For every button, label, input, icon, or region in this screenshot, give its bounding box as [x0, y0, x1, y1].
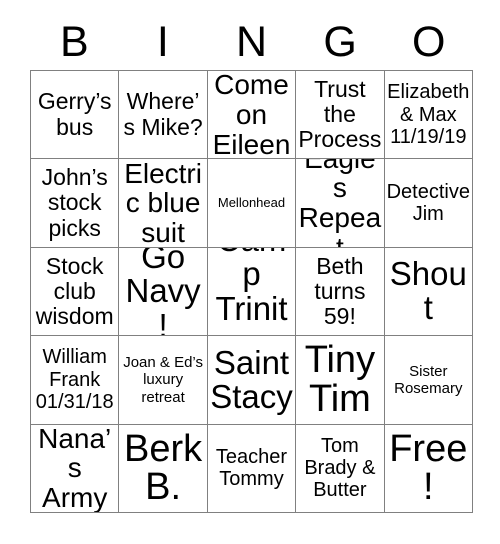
bingo-cell-label: John’s stock picks: [41, 164, 108, 241]
bingo-cell[interactable]: Saint Stacy: [207, 336, 297, 425]
bingo-cell-label: Trust the Process: [298, 75, 382, 153]
bingo-cell-free-label: Free!: [389, 427, 468, 509]
bingo-cell[interactable]: Camp Trinity: [207, 247, 297, 337]
bingo-cell[interactable]: Stock club wisdom: [31, 247, 120, 337]
bingo-cell[interactable]: William Frank 01/31/18: [31, 336, 120, 425]
bingo-cell-label: Mellonhead: [217, 195, 286, 211]
bingo-cell[interactable]: Go Navy!: [119, 247, 208, 337]
bingo-cell[interactable]: Detective Jim: [384, 159, 473, 248]
bingo-cell-label: Gerry’s bus: [37, 88, 112, 140]
bingo-cell-label: Eagles Repeat: [298, 159, 382, 248]
bingo-header-letter-o: O: [411, 17, 446, 66]
bingo-cell[interactable]: Eagles Repeat: [296, 159, 385, 248]
bingo-cell-label: Saint Stacy: [210, 343, 293, 415]
bingo-cell[interactable]: Gerry’s bus: [31, 71, 120, 160]
bingo-header-letter-b: B: [59, 17, 89, 66]
bingo-cell-label: Sister Rosemary: [394, 362, 463, 397]
bingo-cell-label: Berk B.: [124, 427, 203, 509]
bingo-header-letter-n: N: [235, 17, 268, 66]
bingo-cell[interactable]: Mellonhead: [207, 159, 297, 248]
bingo-cell[interactable]: Beth turns 59!: [296, 247, 385, 337]
bingo-cell[interactable]: Teacher Tommy: [207, 424, 297, 513]
bingo-cell[interactable]: Berk B.: [119, 424, 208, 513]
bingo-cell-label: Beth turns 59!: [314, 252, 366, 330]
bingo-cell[interactable]: Tiny Tim: [296, 336, 385, 425]
bingo-cell-label: Nana’s Army: [38, 424, 112, 513]
bingo-grid: Gerry’s bus Where’s Mike? Come on Eileen…: [30, 70, 473, 513]
bingo-header-row: B I N G O: [30, 14, 473, 70]
bingo-cell-label: Come on Eileen: [212, 71, 291, 160]
bingo-cell[interactable]: Electric blue suit: [119, 159, 208, 248]
bingo-cell[interactable]: Trust the Process: [296, 71, 385, 160]
bingo-cell-label: Shout: [389, 255, 467, 327]
bingo-cell-label: William Frank 01/31/18: [35, 346, 114, 414]
bingo-cell-label: Joan & Ed’s luxury retreat: [123, 353, 203, 406]
bingo-cell-label: Teacher Tommy: [215, 445, 288, 491]
bingo-cell-label: Tiny Tim: [304, 339, 376, 420]
bingo-cell-label: Detective Jim: [386, 180, 470, 226]
bingo-cell[interactable]: Elizabeth & Max 11/19/19: [384, 71, 473, 160]
bingo-cell[interactable]: Free!: [384, 424, 473, 513]
bingo-header-letter-i: I: [156, 17, 169, 66]
bingo-cell[interactable]: Shout: [384, 247, 473, 337]
bingo-cell-label: Where’s Mike?: [123, 88, 203, 140]
bingo-cell[interactable]: Come on Eileen: [207, 71, 297, 160]
bingo-cell-label: Stock club wisdom: [35, 252, 114, 330]
bingo-cell[interactable]: John’s stock picks: [31, 159, 120, 248]
bingo-cell[interactable]: Joan & Ed’s luxury retreat: [119, 336, 208, 425]
bingo-cell[interactable]: Sister Rosemary: [384, 336, 473, 425]
bingo-cell-label: Electric blue suit: [124, 159, 202, 248]
bingo-card: B I N G O Gerry’s bus Where’s Mike? Come…: [0, 0, 500, 544]
bingo-cell[interactable]: Where’s Mike?: [119, 71, 208, 160]
bingo-cell-label: Elizabeth & Max 11/19/19: [387, 81, 470, 148]
bingo-header-letter-g: G: [323, 17, 357, 66]
bingo-cell-label: Camp Trinity: [215, 248, 288, 335]
bingo-cell[interactable]: Nana’s Army: [31, 424, 120, 513]
bingo-cell[interactable]: Tom Brady & Butter: [296, 424, 385, 513]
bingo-cell-label: Tom Brady & Butter: [304, 434, 376, 502]
bingo-cell-label: Go Navy!: [125, 247, 201, 337]
